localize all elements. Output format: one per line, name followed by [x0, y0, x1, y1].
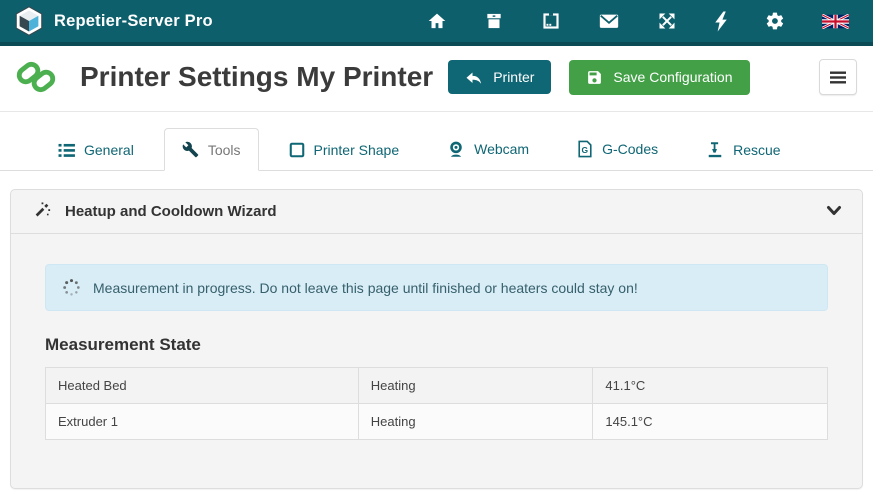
archive-box-icon[interactable] [484, 11, 504, 31]
device-name-cell: Extruder 1 [46, 404, 359, 440]
tab-webcam[interactable]: Webcam [429, 127, 547, 171]
square-outline-icon [289, 142, 305, 158]
tab-gcodes-label: G-Codes [602, 141, 658, 157]
printer-back-button[interactable]: Printer [448, 60, 551, 94]
tab-rescue-label: Rescue [733, 142, 780, 158]
measurement-state-heading: Measurement State [45, 335, 828, 355]
device-state-cell: Heating [358, 404, 593, 440]
tab-tools[interactable]: Tools [164, 128, 259, 171]
rescue-extruder-icon [706, 141, 724, 158]
top-navbar: Repetier-Server Pro [0, 0, 873, 46]
context-menu-button[interactable] [819, 59, 857, 95]
save-floppy-icon [586, 69, 603, 86]
tab-gcodes[interactable]: G G-Codes [559, 127, 676, 171]
svg-text:G: G [582, 145, 589, 155]
tools-wrench-icon [182, 141, 199, 158]
hamburger-menu-icon [830, 71, 846, 84]
measurement-progress-alert: Measurement in progress. Do not leave th… [45, 264, 828, 311]
gcode-file-icon: G [577, 140, 593, 158]
tab-tools-label: Tools [208, 142, 241, 158]
brand-home-link[interactable]: Repetier-Server Pro [14, 6, 213, 36]
fullscreen-icon[interactable] [657, 11, 677, 31]
printer-button-label: Printer [493, 69, 534, 85]
table-row: Heated Bed Heating 41.1°C [46, 368, 828, 404]
device-temperature-cell: 145.1°C [593, 404, 828, 440]
settings-gear-icon[interactable] [765, 11, 785, 31]
magic-wand-icon [33, 202, 51, 220]
tab-rescue[interactable]: Rescue [688, 128, 798, 171]
power-bolt-icon[interactable] [714, 11, 728, 32]
save-configuration-button[interactable]: Save Configuration [569, 60, 749, 95]
wizard-panel-header[interactable]: Heatup and Cooldown Wizard [11, 190, 862, 234]
settings-tab-bar: General Tools Printer Shape Webcam G [0, 112, 873, 171]
repetier-logo-icon [14, 6, 44, 36]
language-flag-uk-icon[interactable] [822, 14, 849, 29]
printer-link-chain-icon [14, 56, 58, 98]
tab-printer-shape[interactable]: Printer Shape [271, 129, 418, 171]
page-header: Printer Settings My Printer Printer Save… [0, 46, 873, 112]
device-state-cell: Heating [358, 368, 593, 404]
heatup-cooldown-wizard-panel: Heatup and Cooldown Wizard [10, 189, 863, 489]
messages-icon[interactable] [598, 11, 620, 31]
page-title: Printer Settings My Printer [80, 61, 433, 93]
tab-general[interactable]: General [40, 129, 152, 171]
table-row: Extruder 1 Heating 145.1°C [46, 404, 828, 440]
chevron-down-icon[interactable] [826, 205, 842, 217]
measurement-state-table: Heated Bed Heating 41.1°C Extruder 1 Hea… [45, 367, 828, 440]
webcam-icon [447, 140, 465, 158]
wizard-panel-title: Heatup and Cooldown Wizard [65, 203, 277, 220]
print-queue-icon[interactable] [541, 11, 561, 31]
tab-general-label: General [84, 142, 134, 158]
tab-printer-shape-label: Printer Shape [314, 142, 400, 158]
brand-name: Repetier-Server Pro [54, 12, 213, 31]
spinner-icon [62, 278, 81, 297]
device-name-cell: Heated Bed [46, 368, 359, 404]
reply-arrow-icon [465, 69, 483, 85]
tab-webcam-label: Webcam [474, 141, 529, 157]
navbar-icon-menu [427, 11, 859, 32]
device-temperature-cell: 41.1°C [593, 368, 828, 404]
measurement-progress-alert-text: Measurement in progress. Do not leave th… [93, 280, 638, 296]
home-icon[interactable] [427, 11, 447, 31]
save-button-label: Save Configuration [613, 69, 732, 85]
wizard-panel-body: Measurement in progress. Do not leave th… [11, 234, 862, 440]
list-icon [58, 143, 75, 158]
